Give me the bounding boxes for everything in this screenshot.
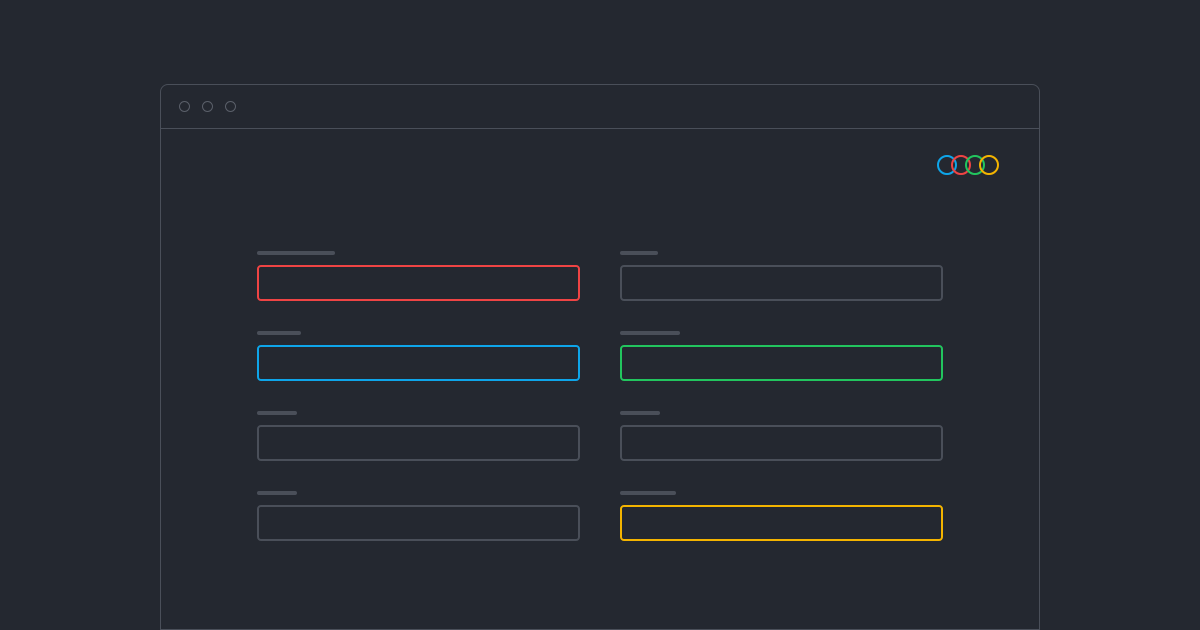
traffic-light-minimize-icon[interactable]	[202, 101, 213, 112]
text-input[interactable]	[620, 345, 943, 381]
traffic-light-close-icon[interactable]	[179, 101, 190, 112]
field-label	[620, 331, 680, 335]
field-label	[620, 251, 658, 255]
brand-logo	[937, 155, 999, 175]
form-field	[257, 331, 580, 381]
field-label	[620, 491, 676, 495]
form-field	[257, 411, 580, 461]
form-field	[257, 251, 580, 301]
text-input[interactable]	[257, 505, 580, 541]
illustration-canvas	[0, 0, 1200, 630]
text-input[interactable]	[620, 505, 943, 541]
field-label	[257, 331, 301, 335]
field-label	[257, 491, 297, 495]
form-grid	[257, 251, 943, 541]
field-label	[257, 411, 297, 415]
text-input[interactable]	[257, 265, 580, 301]
form-field	[620, 331, 943, 381]
browser-window	[160, 84, 1040, 630]
text-input[interactable]	[620, 425, 943, 461]
traffic-light-zoom-icon[interactable]	[225, 101, 236, 112]
window-content	[161, 129, 1039, 581]
text-input[interactable]	[257, 345, 580, 381]
text-input[interactable]	[620, 265, 943, 301]
form-field	[620, 491, 943, 541]
field-label	[257, 251, 335, 255]
text-input[interactable]	[257, 425, 580, 461]
form-field	[257, 491, 580, 541]
window-titlebar	[161, 85, 1039, 129]
field-label	[620, 411, 660, 415]
form-field	[620, 411, 943, 461]
form-field	[620, 251, 943, 301]
logo-ring-yellow-icon	[979, 155, 999, 175]
